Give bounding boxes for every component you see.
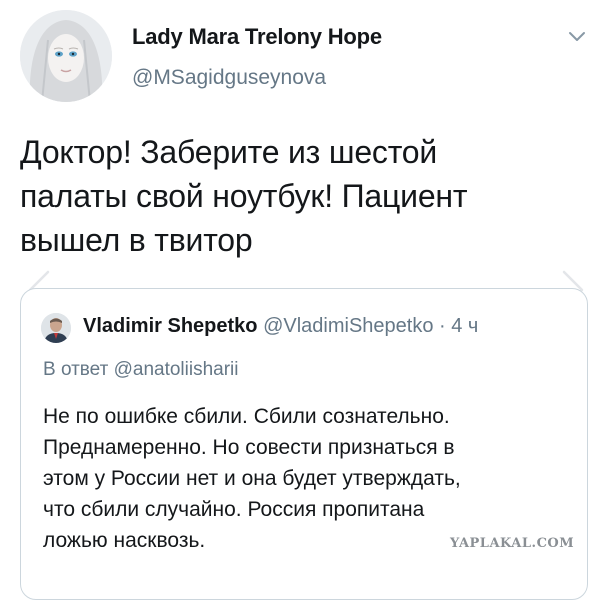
chevron-down-icon[interactable] xyxy=(566,28,588,46)
reply-to-line[interactable]: В ответ @anatoliisharii xyxy=(43,359,239,381)
quoted-author-avatar[interactable] xyxy=(41,313,71,343)
quoted-timestamp[interactable]: · 4 ч xyxy=(439,315,478,337)
quoted-avatar-image xyxy=(41,313,71,343)
author-handle[interactable]: @MSagidguseynova xyxy=(132,66,326,90)
quoted-tweet-text: Не по ошибке сбили. Сбили сознательно. П… xyxy=(43,405,461,552)
quoted-author-handle[interactable]: @VladimiShepetko xyxy=(263,315,433,337)
avatar-image xyxy=(20,10,112,102)
tweet-text: Доктор! Заберите из шестой палаты свой н… xyxy=(20,134,468,258)
tweet: Lady Mara Trelony Hope @MSagidguseynova … xyxy=(0,0,614,600)
author-avatar[interactable] xyxy=(20,10,112,102)
watermark: YAPLAKAL.COM xyxy=(450,536,575,551)
quoted-tweet-card[interactable]: Vladimir Shepetko @VladimiShepetko · 4 ч… xyxy=(20,288,588,600)
quoted-header: Vladimir Shepetko @VladimiShepetko · 4 ч xyxy=(83,315,478,338)
quoted-author-name[interactable]: Vladimir Shepetko xyxy=(83,315,258,337)
author-name[interactable]: Lady Mara Trelony Hope xyxy=(132,24,382,50)
